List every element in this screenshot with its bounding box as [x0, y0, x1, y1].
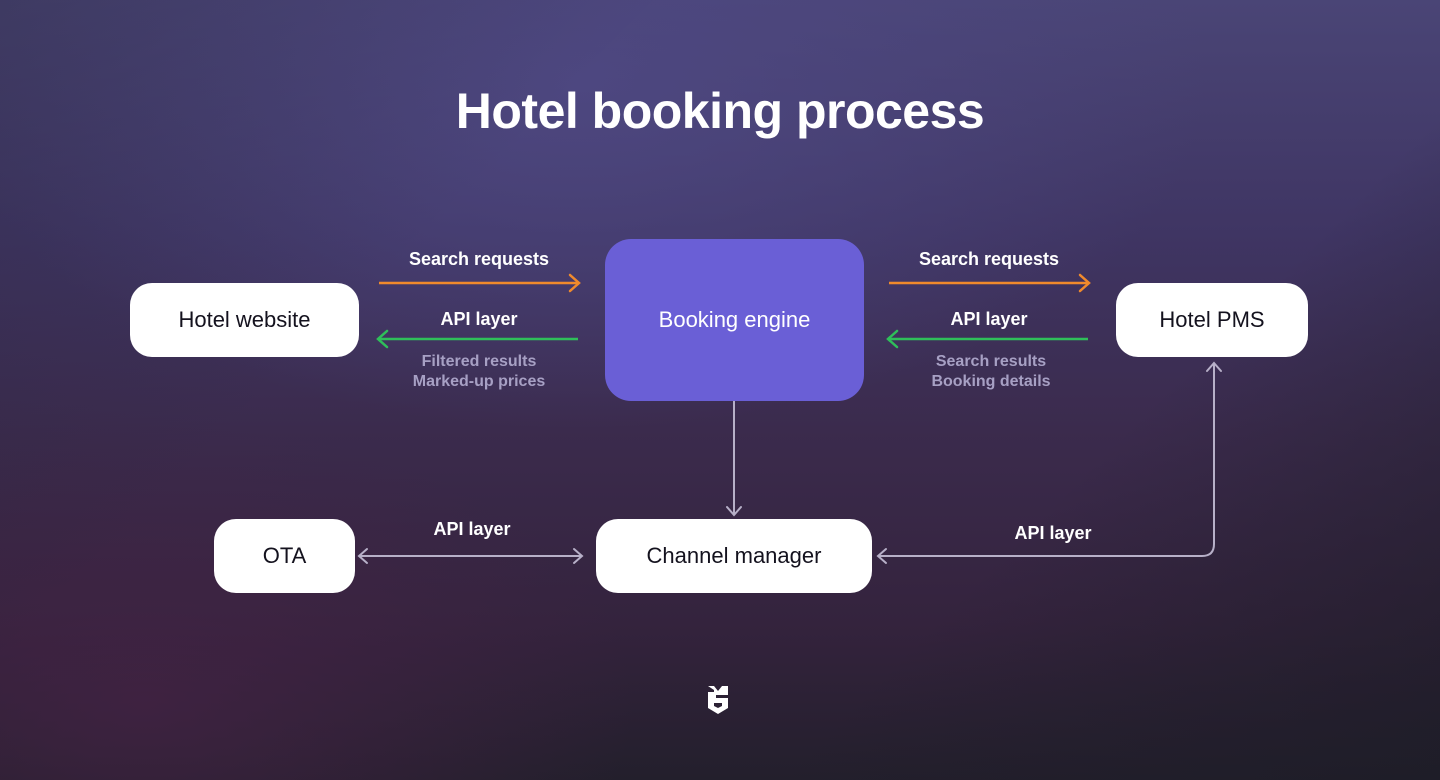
- detail-search-results: Search results: [935, 353, 1047, 370]
- arrow-ota-channel-manager: [357, 548, 584, 564]
- node-hotel-pms: Hotel PMS: [1116, 283, 1308, 357]
- label-search-requests-right: Search requests: [918, 249, 1060, 269]
- label-api-layer-left: API layer: [440, 309, 518, 329]
- node-channel-manager-label: Channel manager: [646, 543, 822, 568]
- s-shield-logo-icon: [708, 686, 728, 714]
- node-channel-manager: Channel manager: [596, 519, 872, 593]
- arrow-engine-to-channel-manager: [726, 401, 742, 517]
- label-api-layer-pms-channel: API layer: [1014, 523, 1092, 543]
- node-ota: OTA: [214, 519, 355, 593]
- detail-booking-details: Booking details: [931, 373, 1051, 390]
- label-api-layer-ota: API layer: [433, 519, 511, 539]
- node-booking-engine-label: Booking engine: [658, 307, 811, 332]
- arrow-api-layer-pms-engine: [886, 329, 1088, 349]
- arrow-search-requests-website-engine: [379, 273, 581, 293]
- node-hotel-pms-label: Hotel PMS: [1159, 307, 1265, 332]
- detail-filtered-results: Filtered results: [421, 353, 537, 370]
- label-response-details-left: Filtered results Marked-up prices: [379, 352, 579, 392]
- arrow-search-requests-engine-pms: [889, 273, 1091, 293]
- label-search-requests-left: Search requests: [408, 249, 550, 269]
- node-ota-label: OTA: [262, 543, 307, 568]
- label-api-layer-right: API layer: [950, 309, 1028, 329]
- node-hotel-website-label: Hotel website: [178, 307, 311, 332]
- label-response-details-right: Search results Booking details: [891, 352, 1091, 392]
- node-booking-engine: Booking engine: [605, 239, 864, 401]
- node-hotel-website: Hotel website: [130, 283, 359, 357]
- arrow-api-layer-engine-website: [376, 329, 578, 349]
- detail-marked-up-prices: Marked-up prices: [412, 373, 546, 390]
